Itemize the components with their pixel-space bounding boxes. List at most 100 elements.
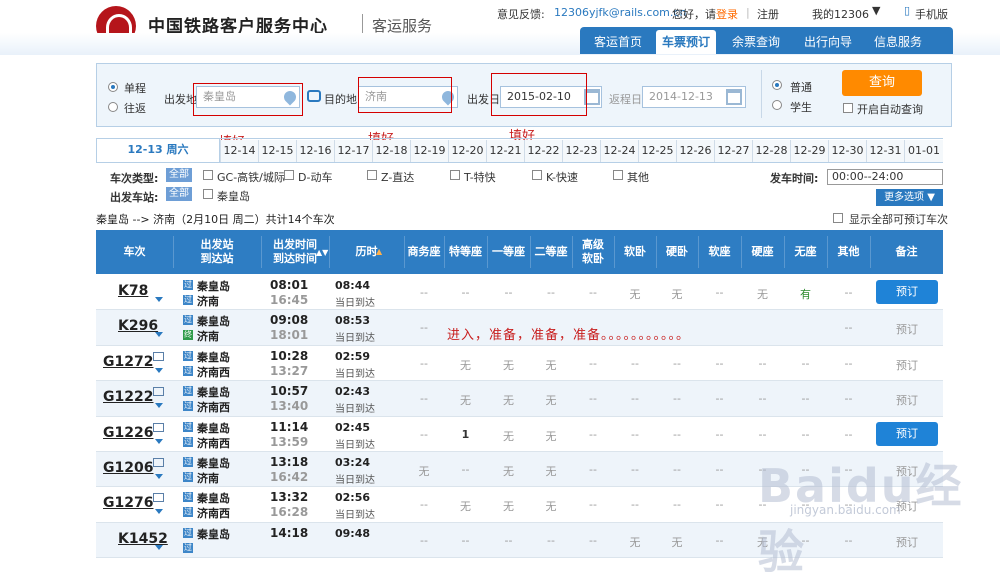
- date-tab[interactable]: 12-21: [486, 140, 524, 162]
- train-detail-icon[interactable]: [153, 387, 164, 397]
- query-button[interactable]: 查询: [842, 70, 922, 96]
- book-button[interactable]: 预订: [876, 421, 938, 446]
- station-checkbox[interactable]: [203, 189, 213, 199]
- seat-availability: --: [589, 392, 597, 406]
- mobile-link[interactable]: 手机版: [915, 6, 948, 22]
- from-station: 秦皇岛: [197, 386, 230, 400]
- nav-info-service[interactable]: 信息服务: [866, 32, 930, 52]
- date-tab[interactable]: 12-22: [524, 140, 562, 162]
- train-number-link[interactable]: K296: [118, 318, 158, 334]
- all-types-tag[interactable]: 全部: [166, 168, 192, 182]
- train-number-link[interactable]: K78: [118, 283, 148, 299]
- duration: 03:24: [335, 456, 371, 469]
- date-tab[interactable]: 12-14: [220, 140, 258, 162]
- date-tab[interactable]: 12-19: [410, 140, 448, 162]
- from-station: 秦皇岛: [197, 315, 230, 329]
- date-tab[interactable]: 12-18: [372, 140, 410, 162]
- selected-date-tab[interactable]: 12-13 周六: [96, 138, 220, 162]
- chevron-down-icon[interactable]: [155, 509, 163, 515]
- date-tab[interactable]: 12-28: [752, 140, 790, 162]
- show-all-checkbox[interactable]: [833, 213, 843, 223]
- normal-passenger-radio[interactable]: [772, 80, 782, 90]
- chevron-down-icon[interactable]: [155, 544, 163, 550]
- swap-icon[interactable]: [307, 90, 321, 102]
- login-link[interactable]: 登录: [716, 6, 738, 22]
- nav-booking[interactable]: 车票预订: [656, 30, 716, 54]
- seat-availability: --: [589, 533, 597, 547]
- date-tab[interactable]: 12-24: [600, 140, 638, 162]
- round-trip-radio[interactable]: [108, 102, 118, 112]
- depart-time-label: 发车时间:: [770, 172, 819, 185]
- date-tab[interactable]: 12-20: [448, 140, 486, 162]
- seat-availability: --: [673, 356, 681, 370]
- train-detail-icon[interactable]: [153, 422, 164, 432]
- column-header: 软座: [708, 245, 731, 258]
- nav-travel-guide[interactable]: 出行向导: [796, 32, 860, 52]
- date-tab[interactable]: 12-23: [562, 140, 600, 162]
- chevron-down-icon[interactable]: ▼: [872, 4, 880, 17]
- chevron-down-icon[interactable]: [155, 367, 163, 373]
- sort-icon[interactable]: ▲▼: [316, 248, 328, 257]
- feedback-email-link[interactable]: 12306yjfk@rails.com.cn: [554, 6, 686, 19]
- seat-availability: --: [504, 286, 513, 299]
- auto-query-checkbox[interactable]: [843, 103, 853, 113]
- train-detail-icon[interactable]: [153, 458, 164, 467]
- seat-availability: 无: [545, 394, 557, 408]
- train-number-link[interactable]: G1222: [103, 389, 153, 405]
- train-number-link[interactable]: G1276: [103, 495, 153, 511]
- column-header: 无座: [794, 245, 817, 258]
- date-tab[interactable]: 12-31: [866, 140, 904, 162]
- all-stations-tag[interactable]: 全部: [166, 187, 192, 201]
- date-tab[interactable]: 12-17: [334, 140, 372, 162]
- one-way-radio[interactable]: [108, 82, 118, 92]
- train-number-link[interactable]: G1226: [103, 425, 153, 441]
- date-tab[interactable]: 12-15: [258, 140, 296, 162]
- train-detail-icon[interactable]: [153, 351, 164, 361]
- sort-icon[interactable]: ▲: [376, 247, 382, 256]
- date-tab[interactable]: 12-27: [714, 140, 752, 162]
- type-checkbox[interactable]: [284, 170, 294, 180]
- more-options-button[interactable]: 更多选项 ▼: [876, 189, 943, 206]
- column-separator: [261, 236, 262, 268]
- date-tab[interactable]: 12-29: [790, 140, 828, 162]
- chevron-down-icon[interactable]: [155, 438, 163, 444]
- type-checkbox[interactable]: [203, 170, 213, 180]
- book-button-disabled: 预订: [896, 394, 918, 408]
- type-checkbox[interactable]: [532, 170, 542, 180]
- my12306-menu[interactable]: 我的12306: [812, 6, 869, 22]
- mobile-icon: ▯: [904, 4, 911, 17]
- type-checkbox[interactable]: [450, 170, 460, 180]
- type-checkbox[interactable]: [613, 170, 623, 180]
- date-tab[interactable]: 12-16: [296, 140, 334, 162]
- nav-home[interactable]: 客运首页: [586, 32, 650, 52]
- calendar-icon[interactable]: [726, 89, 742, 105]
- student-passenger-radio[interactable]: [772, 100, 782, 110]
- seat-availability: --: [758, 392, 767, 406]
- book-button[interactable]: 预订: [876, 280, 938, 304]
- seat-availability: --: [758, 356, 767, 370]
- train-detail-icon[interactable]: [153, 493, 164, 503]
- nav-remaining-tickets[interactable]: 余票查询: [724, 32, 788, 52]
- date-tab[interactable]: 12-25: [638, 140, 676, 162]
- seat-availability: --: [589, 463, 597, 476]
- from-station: 秦皇岛: [197, 457, 230, 470]
- seat-availability: 无: [418, 465, 430, 478]
- date-tab[interactable]: 12-26: [676, 140, 714, 162]
- train-number-link[interactable]: G1272: [103, 354, 153, 370]
- column-header[interactable]: 历时: [329, 230, 404, 274]
- seat-availability: --: [673, 427, 681, 441]
- chevron-down-icon[interactable]: [155, 474, 163, 479]
- from-station: 秦皇岛: [197, 492, 230, 506]
- register-link[interactable]: 注册: [757, 6, 779, 22]
- date-tab[interactable]: 12-30: [828, 140, 866, 162]
- type-checkbox[interactable]: [367, 170, 377, 180]
- arrival-note: 当日到达: [335, 333, 375, 345]
- return-label: 返程日: [609, 93, 642, 106]
- chevron-down-icon[interactable]: [155, 332, 163, 338]
- chevron-down-icon[interactable]: [155, 297, 163, 302]
- seat-availability: --: [589, 427, 597, 441]
- chevron-down-icon[interactable]: [155, 403, 163, 409]
- train-number-link[interactable]: G1206: [103, 460, 153, 476]
- depart-time-select[interactable]: 00:00--24:00: [827, 169, 943, 185]
- date-tab[interactable]: 01-01: [904, 140, 943, 162]
